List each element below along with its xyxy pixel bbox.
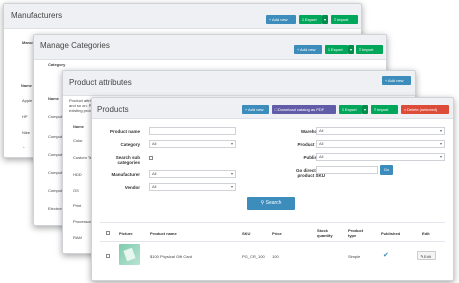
products-window: Products +Add new □Download catalog as P… — [91, 97, 454, 281]
sku-cell: PG_CR_100 — [242, 254, 265, 259]
product-type-select[interactable]: All — [316, 140, 445, 148]
delete-selected-button[interactable]: ×Delete (selected) — [401, 105, 449, 114]
category-label: Category — [120, 142, 140, 147]
add-new-button[interactable]: +Add new — [294, 45, 322, 54]
search-icon: ⚲ — [260, 200, 265, 206]
product-type-cell: Simple — [348, 254, 361, 259]
gift-card-icon — [123, 247, 136, 262]
vendor-label: Vendor — [124, 185, 140, 190]
column-header: Product type — [348, 228, 364, 238]
export-dropdown-button[interactable]: ▾ — [322, 15, 328, 24]
product-name-input[interactable] — [149, 127, 236, 135]
chevron-down-icon: ▾ — [323, 17, 326, 22]
divider — [100, 241, 445, 242]
export-button[interactable]: ⇩Export — [339, 105, 362, 114]
divider — [100, 222, 445, 223]
page-title: Product attributes — [69, 78, 132, 87]
add-new-button[interactable]: +Add new — [242, 105, 269, 114]
export-dropdown-button[interactable]: ▾ — [362, 105, 368, 114]
list-item: Color — [73, 138, 83, 143]
goto-sku-input[interactable] — [316, 166, 378, 174]
manufacturer-label: Manufacturer — [111, 172, 140, 177]
list-item: Print — [73, 203, 82, 208]
export-button[interactable]: ⇩Export — [299, 15, 322, 24]
list-item: HP — [22, 114, 28, 119]
vendor-select[interactable]: All — [149, 183, 236, 191]
add-new-button[interactable]: +Add new — [266, 15, 296, 24]
page-title: Manufacturers — [11, 11, 63, 20]
column-header: Stock quantity — [317, 228, 333, 238]
pager-prev-icon[interactable]: ← — [22, 144, 26, 149]
select-all-checkbox[interactable] — [106, 231, 110, 235]
search-subcategories-label: Search sub categories — [115, 155, 140, 165]
download-pdf-button[interactable]: □Download catalog as PDF — [272, 105, 336, 114]
list-item: Processor — [73, 219, 92, 224]
list-item: HDD — [73, 172, 82, 177]
go-button[interactable]: Go — [380, 165, 393, 175]
search-subcategories-checkbox[interactable] — [149, 156, 153, 160]
product-picture — [119, 244, 140, 265]
name-column-header: Name — [73, 124, 84, 129]
column-header: Category — [48, 62, 66, 67]
import-button[interactable]: ⇧Import — [371, 105, 398, 114]
export-button[interactable]: ⇩Export — [325, 45, 348, 54]
page-title: Manage Categories — [40, 41, 110, 50]
page-title: Products — [97, 105, 129, 114]
name-column-header: Name — [21, 83, 32, 88]
column-header: Picture — [119, 231, 133, 236]
row-checkbox[interactable] — [106, 254, 110, 258]
column-header: Edit — [422, 231, 430, 236]
column-header: Price — [272, 231, 282, 236]
list-item: Nike — [22, 130, 31, 135]
add-new-button[interactable]: +Add new — [382, 76, 411, 85]
chevron-down-icon: ▾ — [349, 47, 352, 52]
published-check-icon: ✔ — [383, 252, 389, 259]
list-item: RAM — [73, 235, 82, 240]
category-select[interactable]: All — [149, 140, 236, 148]
chevron-down-icon: ▾ — [363, 107, 366, 112]
name-column-header: Name — [48, 96, 59, 101]
price-cell: 100 — [272, 254, 279, 259]
column-header: Product name — [150, 231, 177, 236]
import-button[interactable]: ⇧Import — [356, 45, 383, 54]
column-header: SKU — [242, 231, 251, 236]
product-name-label: Product name — [109, 129, 140, 134]
edit-button[interactable]: ✎Edit — [417, 251, 436, 260]
product-name-cell: $100 Physical Gift Card — [150, 254, 193, 259]
manufacturer-select[interactable]: All — [149, 170, 236, 178]
warehouse-select[interactable]: All — [316, 127, 445, 135]
import-button[interactable]: ⇧Import — [331, 15, 358, 24]
search-button[interactable]: ⚲ Search — [247, 197, 295, 210]
export-dropdown-button[interactable]: ▾ — [348, 45, 354, 54]
column-header: Published — [381, 231, 401, 236]
list-item: Apple — [22, 98, 33, 103]
list-item: OS — [73, 188, 79, 193]
published-select[interactable]: All — [316, 153, 445, 161]
